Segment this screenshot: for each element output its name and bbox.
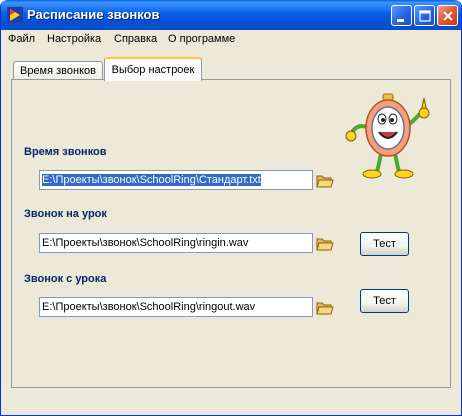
tab-settings[interactable]: Выбор настроек [104, 57, 202, 81]
main-window: Расписание звонков Файл Настройка Справк… [0, 0, 462, 416]
menu-help[interactable]: Справка [114, 33, 157, 45]
open-folder-icon[interactable] [316, 300, 334, 316]
menu-settings[interactable]: Настройка [47, 33, 101, 45]
open-folder-icon[interactable] [316, 173, 334, 189]
close-button[interactable] [437, 5, 458, 26]
app-icon [7, 7, 23, 23]
ring-in-path-field[interactable]: E:\Проекты\звонок\SchoolRing\ringin.wav [39, 233, 313, 253]
schedule-path-text: E:\Проекты\звонок\SchoolRing\Стандарт.tx… [42, 174, 261, 186]
title-bar[interactable]: Расписание звонков [1, 0, 461, 30]
tab-schedule[interactable]: Время звонков [13, 61, 103, 80]
menu-bar: Файл Настройка Справка О программе [1, 30, 461, 49]
minimize-icon [397, 19, 404, 22]
tab-strip: Время звонков Выбор настроек [1, 49, 461, 81]
menu-file[interactable]: Файл [8, 33, 35, 45]
maximize-button[interactable] [414, 5, 435, 26]
ring-out-path-text: E:\Проекты\звонок\SchoolRing\ringout.wav [42, 301, 256, 313]
maximize-icon [419, 10, 431, 22]
schedule-path-field[interactable]: E:\Проекты\звонок\SchoolRing\Стандарт.tx… [39, 170, 313, 190]
ring-out-path-field[interactable]: E:\Проекты\звонок\SchoolRing\ringout.wav [39, 297, 313, 317]
minimize-button[interactable] [391, 5, 412, 26]
test-ring-out-button[interactable]: Тест [360, 289, 409, 313]
menu-about[interactable]: О программе [168, 33, 235, 45]
schedule-file-label: Время звонков [24, 146, 107, 158]
test-ring-in-button[interactable]: Тест [360, 232, 409, 256]
window-title: Расписание звонков [27, 7, 160, 22]
ring-out-label: Звонок с урока [24, 273, 107, 285]
close-icon [443, 11, 453, 21]
ring-in-label: Звонок на урок [24, 208, 107, 220]
clock-mascot-icon [345, 93, 430, 179]
open-folder-icon[interactable] [316, 236, 334, 252]
ring-in-path-text: E:\Проекты\звонок\SchoolRing\ringin.wav [42, 237, 249, 249]
